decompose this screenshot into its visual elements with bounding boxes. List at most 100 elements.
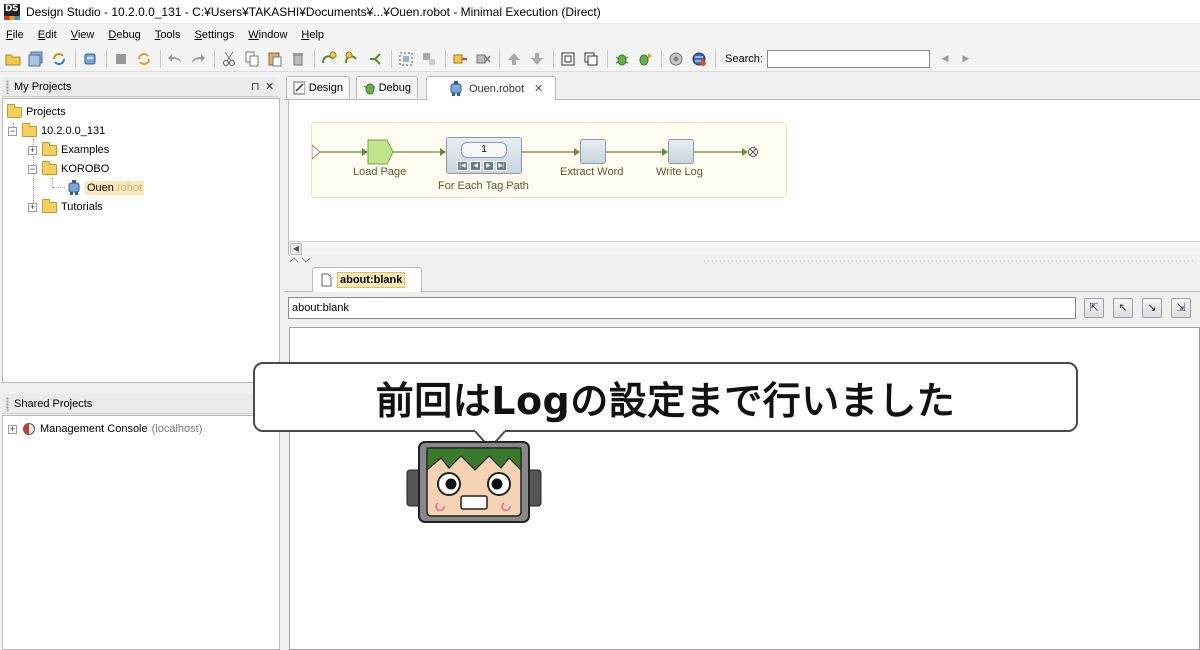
group-icon[interactable] bbox=[397, 50, 415, 68]
browser-icon[interactable] bbox=[690, 50, 708, 68]
toolbar-separator bbox=[314, 49, 315, 68]
tree-item-projects[interactable]: Projects bbox=[7, 103, 66, 121]
folder-icon bbox=[42, 198, 57, 213]
menu-settings[interactable]: Settings bbox=[195, 29, 235, 41]
cut-icon[interactable] bbox=[220, 50, 238, 68]
delete-icon[interactable] bbox=[289, 50, 307, 68]
tree-item-korobo[interactable]: − KOROBO bbox=[28, 160, 109, 178]
resume-icon[interactable] bbox=[135, 50, 153, 68]
toolbar-separator bbox=[499, 49, 500, 68]
tree-item-ouen-robot[interactable]: Ouen.robot bbox=[67, 179, 145, 197]
expand-icon[interactable]: + bbox=[28, 145, 37, 155]
toolbar-separator bbox=[445, 49, 446, 68]
save-all-icon[interactable] bbox=[27, 50, 45, 68]
loop-next-icon[interactable]: ▶ bbox=[483, 161, 494, 171]
panel-grip-icon[interactable] bbox=[6, 397, 9, 411]
projects-folder-icon bbox=[7, 103, 22, 118]
write-log-step[interactable] bbox=[668, 139, 694, 164]
copy-icon[interactable] bbox=[243, 50, 261, 68]
open-folder-icon[interactable] bbox=[4, 50, 22, 68]
design-scrollbar[interactable]: ◀ bbox=[288, 241, 1200, 255]
window-tile-icon[interactable] bbox=[559, 50, 577, 68]
folder-icon bbox=[42, 160, 57, 175]
speech-bubble-text: 前回はLogの設定まで行いました bbox=[375, 378, 956, 423]
tree-item-tutorials[interactable]: + Tutorials bbox=[28, 198, 103, 216]
remove-step-icon[interactable] bbox=[474, 50, 492, 68]
tree-item-management-console[interactable]: + Management Console (localhost) bbox=[8, 420, 202, 438]
add-step-before-icon[interactable] bbox=[320, 50, 338, 68]
design-canvas[interactable]: Load Page 1 |◀ ◀ ▶ ▶| For Each Tag Path … bbox=[288, 100, 1200, 241]
move-up-icon[interactable] bbox=[505, 50, 523, 68]
editor-tab-bar: Design Debug Ouen.robot ✕ bbox=[284, 74, 1200, 100]
nav-up-icon[interactable]: ↖ bbox=[1113, 298, 1133, 318]
flow-container: Load Page 1 |◀ ◀ ▶ ▶| For Each Tag Path … bbox=[311, 122, 787, 198]
tree-item-examples[interactable]: + Examples bbox=[28, 141, 109, 159]
extract-word-label: Extract Word bbox=[560, 166, 624, 178]
tab-design[interactable]: Design bbox=[286, 76, 350, 98]
undo-icon[interactable] bbox=[166, 50, 184, 68]
globe-icon[interactable] bbox=[667, 50, 685, 68]
browser-tab-bar: about:blank bbox=[284, 266, 1200, 292]
add-step-after-icon[interactable] bbox=[343, 50, 361, 68]
close-panel-icon[interactable]: ✕ bbox=[265, 80, 274, 93]
collapse-icon[interactable]: − bbox=[8, 126, 17, 136]
stop-icon[interactable] bbox=[112, 50, 130, 68]
menu-help[interactable]: Help bbox=[301, 29, 324, 41]
tab-debug[interactable]: Debug bbox=[356, 76, 418, 98]
ungroup-icon[interactable] bbox=[420, 50, 438, 68]
extract-word-step[interactable] bbox=[580, 139, 606, 164]
search-input[interactable] bbox=[766, 49, 930, 68]
debug-run-icon[interactable] bbox=[636, 50, 654, 68]
load-page-label: Load Page bbox=[353, 166, 407, 178]
console-icon bbox=[23, 423, 35, 435]
loop-first-icon[interactable]: |◀ bbox=[457, 161, 468, 171]
pin-icon[interactable]: ⊓ bbox=[251, 80, 260, 93]
nav-up-left-icon[interactable]: ⇱ bbox=[1084, 298, 1104, 318]
close-tab-icon[interactable]: ✕ bbox=[534, 82, 543, 95]
window-cascade-icon[interactable] bbox=[582, 50, 600, 68]
move-down-icon[interactable] bbox=[528, 50, 546, 68]
loop-last-icon[interactable]: ▶| bbox=[496, 161, 507, 171]
refresh-icon[interactable] bbox=[50, 50, 68, 68]
debug-bug-icon[interactable] bbox=[613, 50, 631, 68]
menu-window[interactable]: Window bbox=[248, 29, 287, 41]
panel-grip-icon[interactable] bbox=[6, 80, 9, 94]
shared-projects-tree: + Management Console (localhost) bbox=[2, 415, 280, 650]
scroll-left-icon[interactable]: ◀ bbox=[290, 243, 302, 255]
menu-tools[interactable]: Tools bbox=[155, 29, 181, 41]
menu-file[interactable]: File bbox=[6, 29, 24, 41]
search-next-icon[interactable]: ▶ bbox=[960, 53, 972, 64]
loop-counter: 1 bbox=[461, 142, 507, 158]
menu-debug[interactable]: Debug bbox=[108, 29, 140, 41]
for-each-tag-path-step[interactable]: 1 |◀ ◀ ▶ ▶| bbox=[446, 137, 522, 174]
tab-ouen-robot[interactable]: Ouen.robot ✕ bbox=[426, 76, 556, 100]
redo-icon[interactable] bbox=[189, 50, 207, 68]
loop-prev-icon[interactable]: ◀ bbox=[470, 161, 481, 171]
insert-step-icon[interactable] bbox=[451, 50, 469, 68]
toolbar-separator bbox=[661, 49, 662, 68]
expand-icon[interactable]: + bbox=[28, 202, 37, 212]
add-branch-icon[interactable] bbox=[366, 50, 384, 68]
search-prev-icon[interactable]: ◀ bbox=[939, 53, 951, 64]
load-page-step[interactable] bbox=[367, 139, 395, 165]
collapse-icon[interactable]: − bbox=[28, 164, 37, 174]
title-bar: DS Design Studio - 10.2.0.0_131 - C:¥Use… bbox=[0, 0, 1200, 24]
robot-file-icon bbox=[68, 180, 80, 195]
speech-bubble: 前回はLogの設定まで行いました bbox=[253, 362, 1078, 432]
tree-item-version[interactable]: − 10.2.0.0_131 bbox=[8, 122, 105, 140]
paste-icon[interactable] bbox=[266, 50, 284, 68]
nav-down-icon[interactable]: ↘ bbox=[1142, 298, 1162, 318]
browser-tab-about-blank[interactable]: about:blank bbox=[312, 267, 422, 292]
robot-mascot-icon bbox=[406, 441, 542, 523]
debug-tab-icon bbox=[363, 83, 375, 94]
my-projects-tree: Projects − 10.2.0.0_131 + Examples − KOR… bbox=[2, 98, 280, 383]
write-log-label: Write Log bbox=[656, 166, 703, 178]
menu-edit[interactable]: Edit bbox=[38, 29, 57, 41]
robot-run-icon[interactable] bbox=[81, 50, 99, 68]
url-input[interactable] bbox=[288, 297, 1076, 319]
toolbar-separator bbox=[75, 49, 76, 68]
menu-view[interactable]: View bbox=[71, 29, 95, 41]
nav-down-right-icon[interactable]: ⇲ bbox=[1171, 298, 1191, 318]
expand-icon[interactable]: + bbox=[8, 424, 17, 434]
toolbar-separator bbox=[106, 49, 107, 68]
